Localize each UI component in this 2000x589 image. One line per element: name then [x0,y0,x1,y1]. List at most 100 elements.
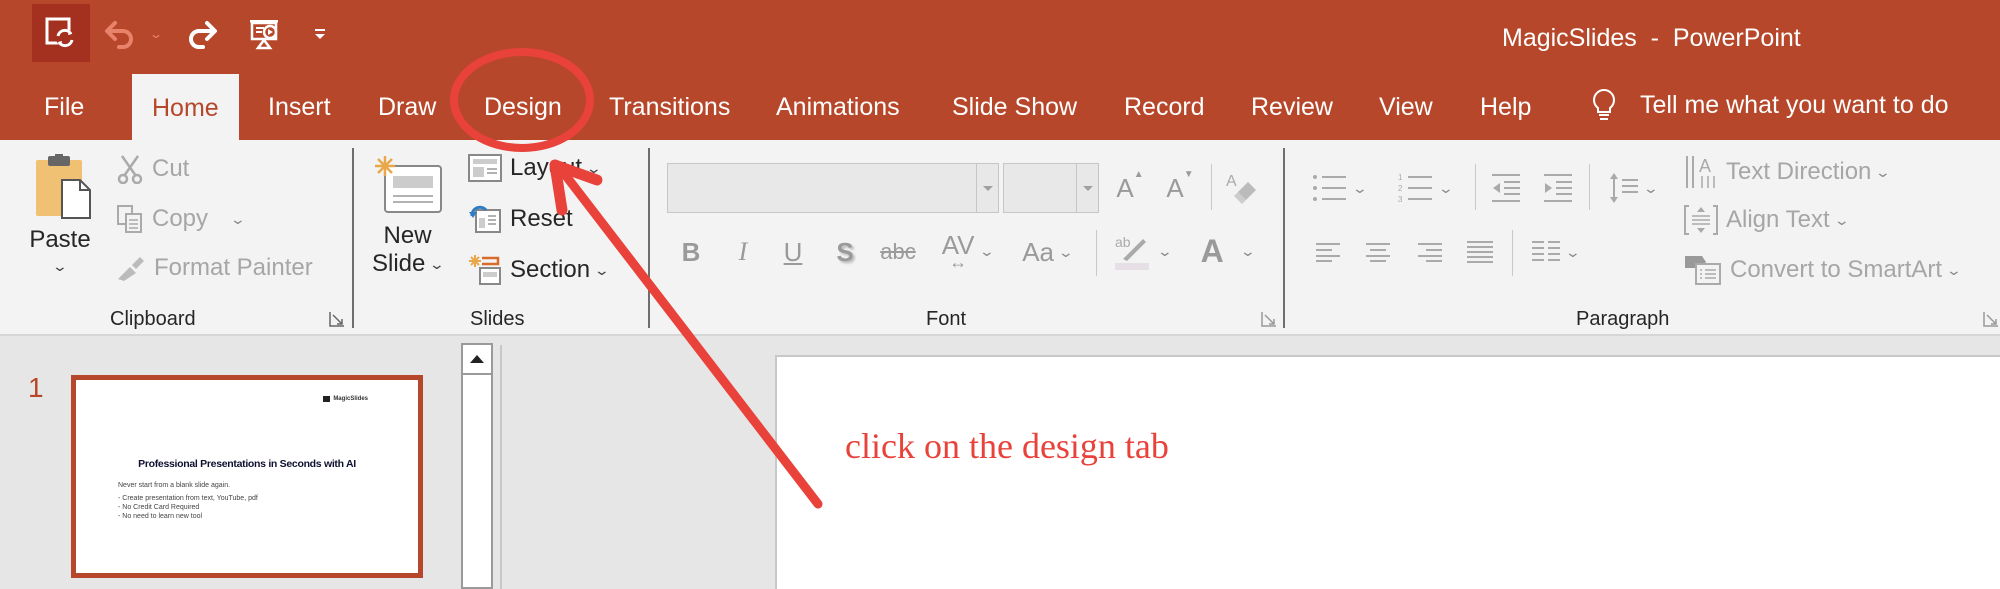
columns-button[interactable]: ⌄ [1522,232,1588,272]
main-slide-canvas[interactable] [775,355,2000,589]
italic-button[interactable]: I [728,232,758,272]
font-name-combobox[interactable] [667,163,999,213]
text-shadow-button[interactable]: S [830,232,860,272]
justify-button[interactable] [1462,232,1498,272]
bold-button[interactable]: B [676,232,706,272]
font-group-label: Font [926,308,967,330]
grow-font-button[interactable]: A ▲ [1112,168,1148,208]
align-right-button[interactable] [1412,232,1448,272]
paste-clipboard-icon [36,154,91,219]
layout-label: Layout [510,154,583,181]
align-text-button[interactable]: Align Text ⌄ [1684,204,1850,236]
paste-label: Paste [29,226,91,253]
bullets-button[interactable]: ⌄ [1306,168,1372,208]
tab-help[interactable]: Help [1480,93,1531,122]
paste-button[interactable]: Paste ⌄ [28,154,92,275]
reset-label: Reset [510,205,573,232]
tab-animations[interactable]: Animations [776,93,900,122]
slide-thumbnail[interactable]: MagicSlides Professional Presentations i… [71,375,423,578]
autosave-button[interactable] [32,4,90,62]
thumbnail-bullets: - Create presentation from text, YouTube… [118,494,258,521]
layout-button[interactable]: Layout ⌄ [468,154,602,182]
new-slide-icon [374,156,442,213]
caret-up-icon [470,355,484,363]
align-center-button[interactable] [1360,232,1396,272]
numbering-button[interactable]: 1 2 3 ⌄ [1392,168,1458,208]
change-case-button[interactable]: Aa ⌄ [1014,232,1080,272]
caret-down-glyph: ▼ [1183,168,1194,180]
convert-to-smartart-button[interactable]: Convert to SmartArt ⌄ [1684,254,1962,286]
font-size-dropdown[interactable] [1076,164,1098,212]
text-direction-button[interactable]: A Text Direction ⌄ [1684,154,1891,190]
align-text-label: Align Text [1726,206,1830,233]
separator [1211,164,1212,210]
separator [1589,164,1590,210]
thumbnail-bullet: - Create presentation from text, YouTube… [118,495,258,502]
tab-transitions[interactable]: Transitions [609,93,730,122]
font-name-dropdown[interactable] [976,164,998,212]
group-separator [352,148,354,328]
slides-group-label: Slides [470,308,525,330]
svg-text:2: 2 [1398,184,1403,193]
tab-design[interactable]: Design [484,93,562,122]
text-direction-label: Text Direction [1726,158,1872,185]
section-button[interactable]: Section ⌄ [468,254,611,286]
present-from-beginning-icon [250,20,278,50]
new-slide-button[interactable]: New Slide ⌄ [372,154,445,278]
text-direction-icon: A [1684,154,1718,190]
chevron-down-icon: ⌄ [593,261,611,278]
undo-button[interactable] [102,16,138,52]
reset-button[interactable]: Reset [468,204,573,234]
dialog-launcher-icon[interactable] [328,310,346,328]
increase-indent-icon [1544,174,1572,202]
customize-toolbar-button[interactable] [310,16,330,52]
copy-button[interactable]: Copy ⌄ [116,204,247,234]
scroll-up-button[interactable] [463,345,491,375]
line-spacing-button[interactable]: ⌄ [1600,168,1666,208]
section-icon [468,254,502,286]
thumbnail-subtitle: Never start from a blank slide again. [118,482,231,489]
chevron-down-icon: ⌄ [229,210,247,227]
copy-icon [116,204,144,234]
tab-draw[interactable]: Draw [378,93,436,122]
svg-text:1: 1 [1398,173,1403,182]
undo-dropdown[interactable]: ⌄ [146,16,166,52]
paintbrush-icon [116,255,146,281]
tab-slide-show[interactable]: Slide Show [952,93,1077,122]
window-title: MagicSlides - PowerPoint [1502,24,1801,52]
svg-text:A: A [1699,156,1711,176]
format-painter-button[interactable]: Format Painter [116,254,313,282]
underline-button[interactable]: U [778,232,808,272]
present-from-beginning-button[interactable] [246,16,282,52]
align-left-button[interactable] [1310,232,1346,272]
increase-indent-button[interactable] [1538,168,1578,208]
font-size-combobox[interactable] [1003,163,1099,213]
tab-review[interactable]: Review [1251,93,1333,122]
svg-text:A: A [1226,173,1237,190]
tab-home[interactable]: Home [132,74,239,140]
title-bar: ⌄ MagicSlides - PowerPoint [0,0,2000,70]
tab-record[interactable]: Record [1124,93,1205,122]
strikethrough-button[interactable]: abc [876,232,920,272]
character-spacing-button[interactable]: AV ↔ ⌄ [932,228,1002,274]
highlight-color-button[interactable]: ab ⌄ [1108,228,1176,274]
font-color-button[interactable]: A ⌄ [1192,228,1262,274]
tab-file[interactable]: File [44,93,84,122]
tab-insert[interactable]: Insert [268,93,331,122]
cut-button[interactable]: Cut [116,154,189,184]
shrink-font-button[interactable]: A ▼ [1162,168,1198,208]
change-case-icon: Aa [1022,236,1055,267]
decrease-indent-button[interactable] [1486,168,1526,208]
redo-button[interactable] [184,16,220,52]
chevron-down-icon: ⌄ [1057,243,1075,260]
dialog-launcher-icon[interactable] [1982,310,2000,328]
dialog-launcher-icon[interactable] [1260,310,1278,328]
tell-me-search[interactable]: Tell me what you want to do [1592,88,1949,122]
chevron-down-icon: ⌄ [1351,179,1369,196]
thumbnail-scrollbar[interactable] [461,343,493,589]
svg-text:3: 3 [1398,195,1403,203]
tab-view[interactable]: View [1379,93,1433,122]
clear-formatting-button[interactable]: A [1222,168,1262,208]
columns-icon [1532,241,1561,261]
thumbnail-bullet: - No need to learn new tool [118,513,203,520]
